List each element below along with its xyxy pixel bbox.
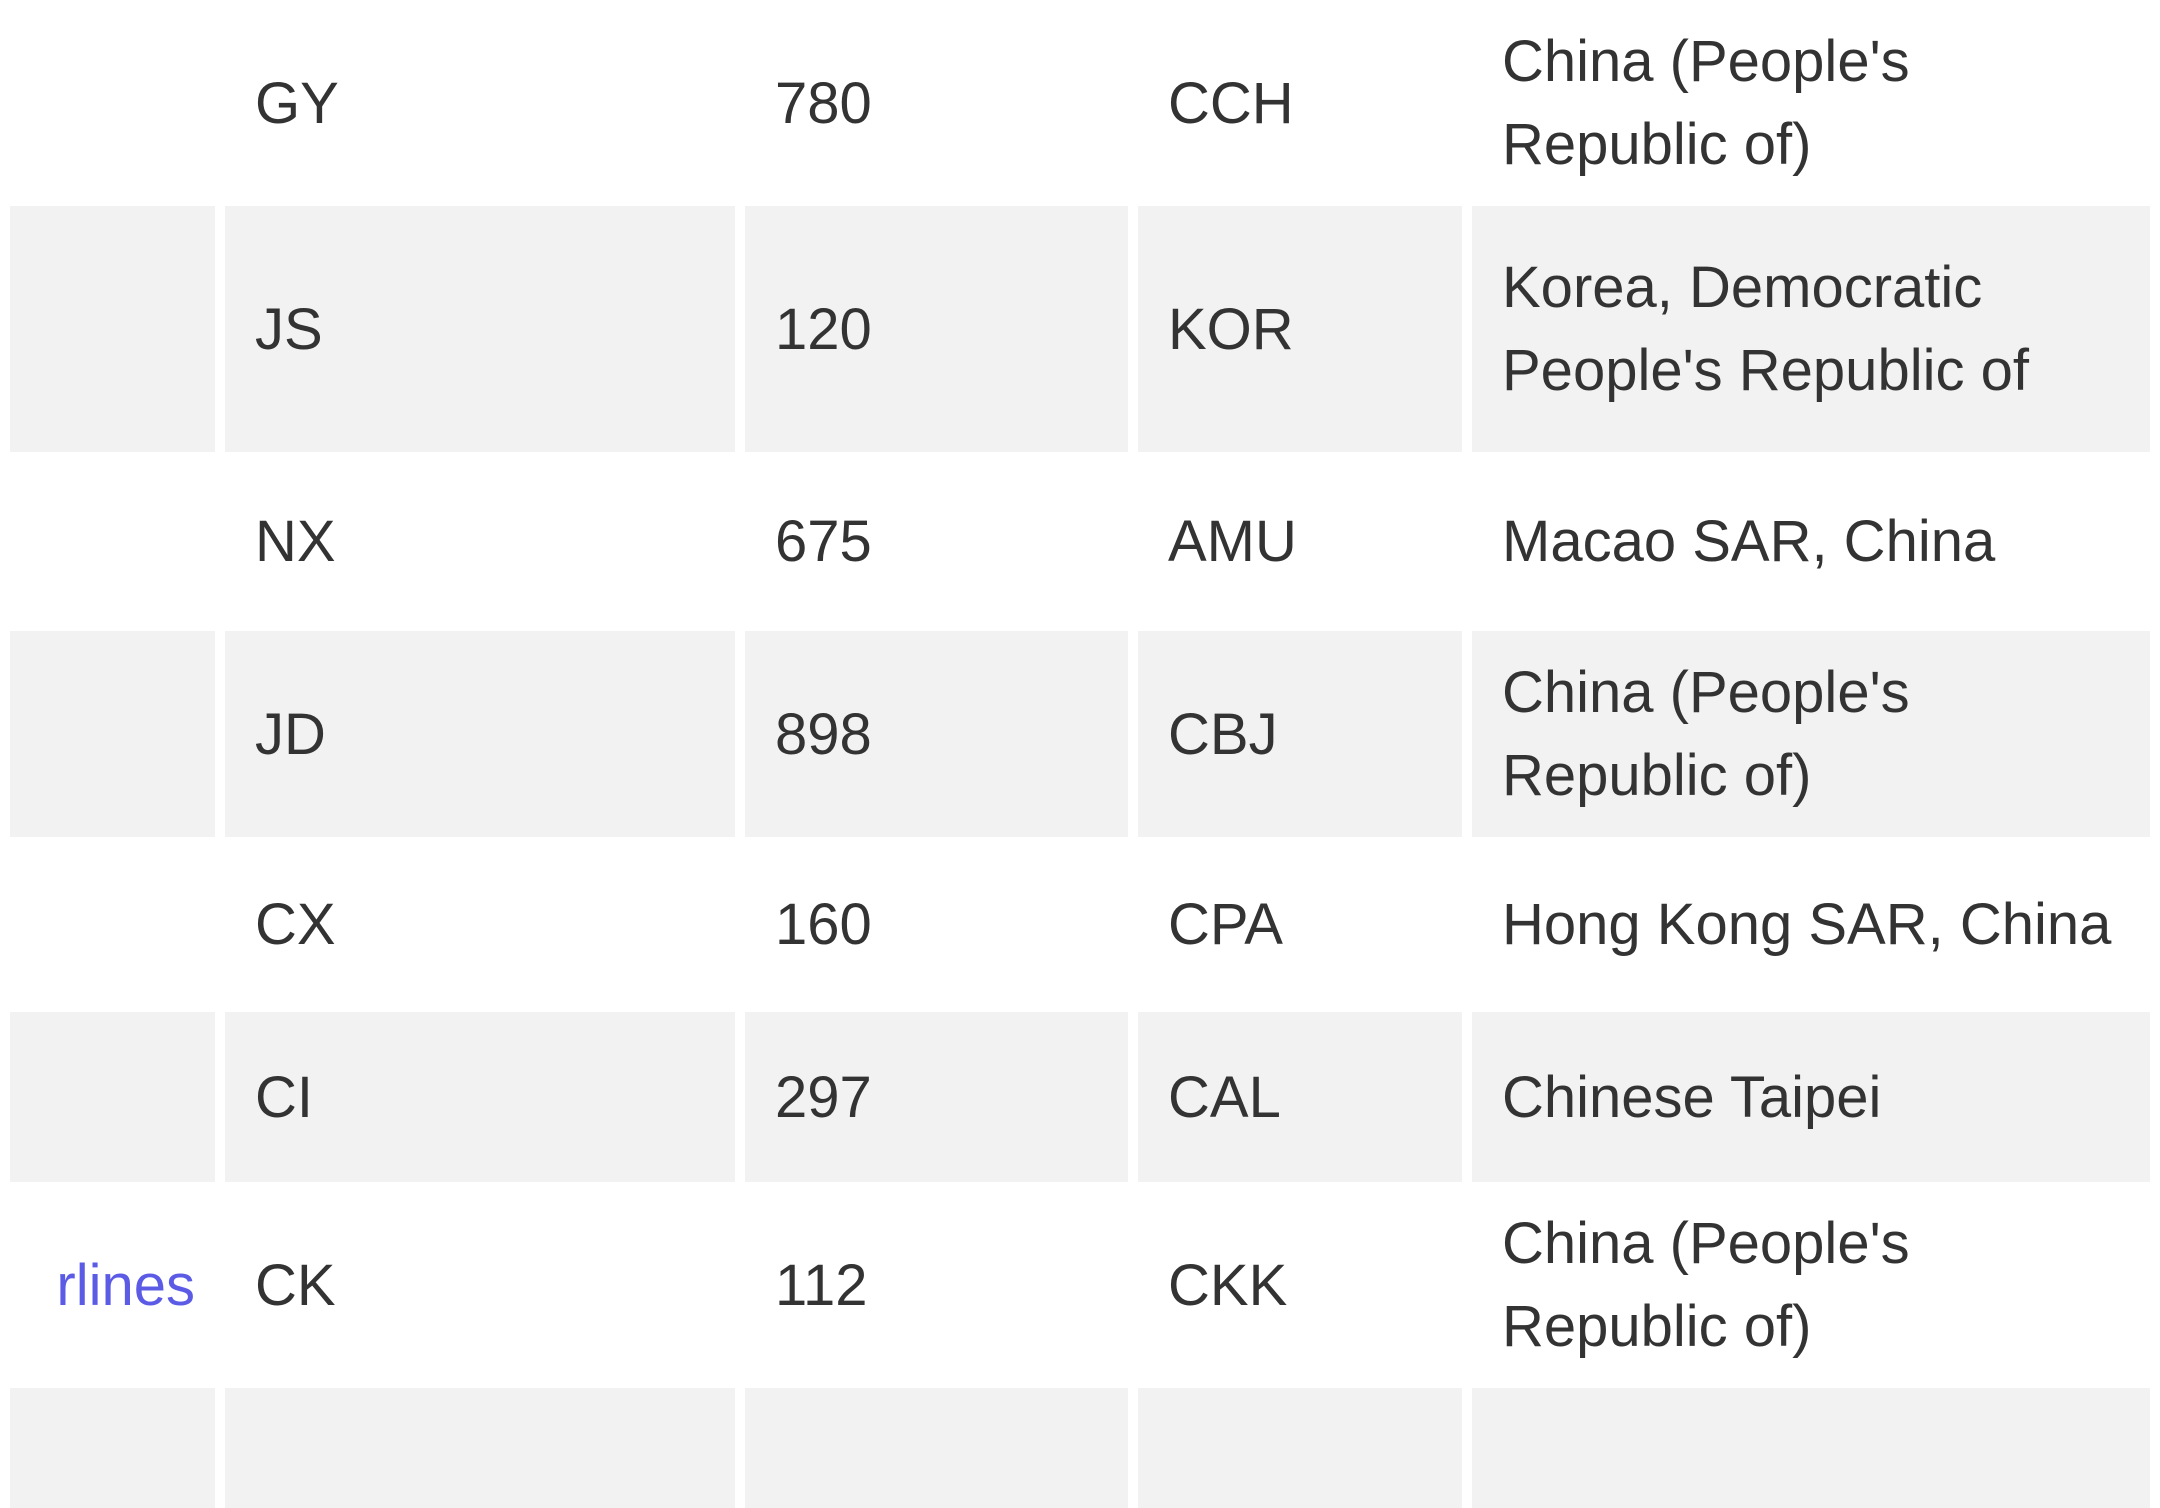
airline-name-cell: rlines [10, 1182, 215, 1388]
icao-code-text: CBJ [1168, 701, 1278, 767]
iata-code-cell [225, 1388, 735, 1508]
airline-name-cell [10, 452, 215, 631]
table-row: rlines CK 112 CKK China (People's Republic o… [10, 1182, 2150, 1388]
country-cell: China (People's Republic of) [1472, 631, 2150, 837]
icao-code-cell: CCH [1138, 0, 1462, 206]
iata-code-text: CK [255, 1252, 336, 1318]
icao-code-text: KOR [1168, 296, 1294, 362]
icao-code-cell: CKK [1138, 1182, 1462, 1388]
iata-code-cell: JS [225, 206, 735, 452]
icao-code-text: CCH [1168, 70, 1294, 136]
country-text: Macao SAR, China [1502, 509, 1996, 574]
country-text: China (People's Republic of) [1502, 660, 1910, 808]
numeric-code-cell: 160 [745, 837, 1128, 1012]
numeric-code-cell: 297 [745, 1012, 1128, 1182]
icao-code-cell: CAL [1138, 1012, 1462, 1182]
country-cell: China (People's Republic of) [1472, 1182, 2150, 1388]
country-cell [1472, 1388, 2150, 1508]
country-text: Hong Kong SAR, China [1502, 892, 2112, 957]
numeric-code-text: 898 [775, 701, 872, 767]
iata-code-text: JD [255, 701, 326, 767]
numeric-code-cell: 120 [745, 206, 1128, 452]
icao-code-cell: AMU [1138, 452, 1462, 631]
icao-code-text: AMU [1168, 509, 1297, 574]
iata-code-text: GY [255, 70, 339, 136]
numeric-code-cell [745, 1388, 1128, 1508]
iata-code-text: CX [255, 892, 336, 957]
iata-code-cell: GY [225, 0, 735, 206]
iata-code-text: CI [255, 1064, 313, 1130]
numeric-code-text: 120 [775, 296, 872, 362]
icao-code-text: CPA [1168, 892, 1283, 957]
icao-code-cell [1138, 1388, 1462, 1508]
icao-code-cell: CBJ [1138, 631, 1462, 837]
airline-name-cell [10, 1012, 215, 1182]
numeric-code-text: 675 [775, 509, 872, 574]
country-cell: Macao SAR, China [1472, 452, 2150, 631]
table-row: JD 898 CBJ China (People's Republic of) [10, 631, 2150, 837]
numeric-code-text: 112 [775, 1252, 868, 1318]
iata-code-cell: CK [225, 1182, 735, 1388]
airline-name-cell [10, 631, 215, 837]
table-row: CI 297 CAL Chinese Taipei [10, 1012, 2150, 1182]
country-text: China (People's Republic of) [1502, 29, 1910, 177]
numeric-code-cell: 675 [745, 452, 1128, 631]
iata-code-text: NX [255, 509, 336, 574]
iata-code-cell: JD [225, 631, 735, 837]
iata-code-cell: CI [225, 1012, 735, 1182]
country-text: Korea, Democratic People's Republic of [1502, 255, 2029, 403]
iata-code-text: JS [255, 296, 323, 362]
airline-name-cell [10, 0, 215, 206]
airline-link[interactable]: rlines [56, 1253, 195, 1318]
table-row: NX 675 AMU Macao SAR, China [10, 452, 2150, 631]
icao-code-cell: KOR [1138, 206, 1462, 452]
numeric-code-cell: 898 [745, 631, 1128, 837]
numeric-code-cell: 112 [745, 1182, 1128, 1388]
country-text: China (People's Republic of) [1502, 1211, 1910, 1359]
airline-name-cell [10, 206, 215, 452]
iata-code-cell: NX [225, 452, 735, 631]
country-cell: Korea, Democratic People's Republic of [1472, 206, 2150, 452]
country-text: Chinese Taipei [1502, 1064, 1882, 1130]
numeric-code-text: 297 [775, 1064, 872, 1130]
icao-code-cell: CPA [1138, 837, 1462, 1012]
numeric-code-text: 160 [775, 892, 872, 957]
country-cell: Hong Kong SAR, China [1472, 837, 2150, 1012]
airline-codes-table: GY 780 CCH China (People's Republic of) JS 12… [0, 0, 2160, 1508]
icao-code-text: CKK [1168, 1252, 1288, 1318]
table-row: JS 120 KOR Korea, Democratic People's Repub… [10, 206, 2150, 452]
numeric-code-cell: 780 [745, 0, 1128, 206]
table-row: GY 780 CCH China (People's Republic of) [10, 0, 2150, 206]
iata-code-cell: CX [225, 837, 735, 1012]
table-row: CX 160 CPA Hong Kong SAR, China [10, 837, 2150, 1012]
country-cell: Chinese Taipei [1472, 1012, 2150, 1182]
icao-code-text: CAL [1168, 1064, 1281, 1130]
country-cell: China (People's Republic of) [1472, 0, 2150, 206]
airline-name-cell [10, 837, 215, 1012]
table-row [10, 1388, 2150, 1508]
numeric-code-text: 780 [775, 70, 872, 136]
airline-name-cell [10, 1388, 215, 1508]
